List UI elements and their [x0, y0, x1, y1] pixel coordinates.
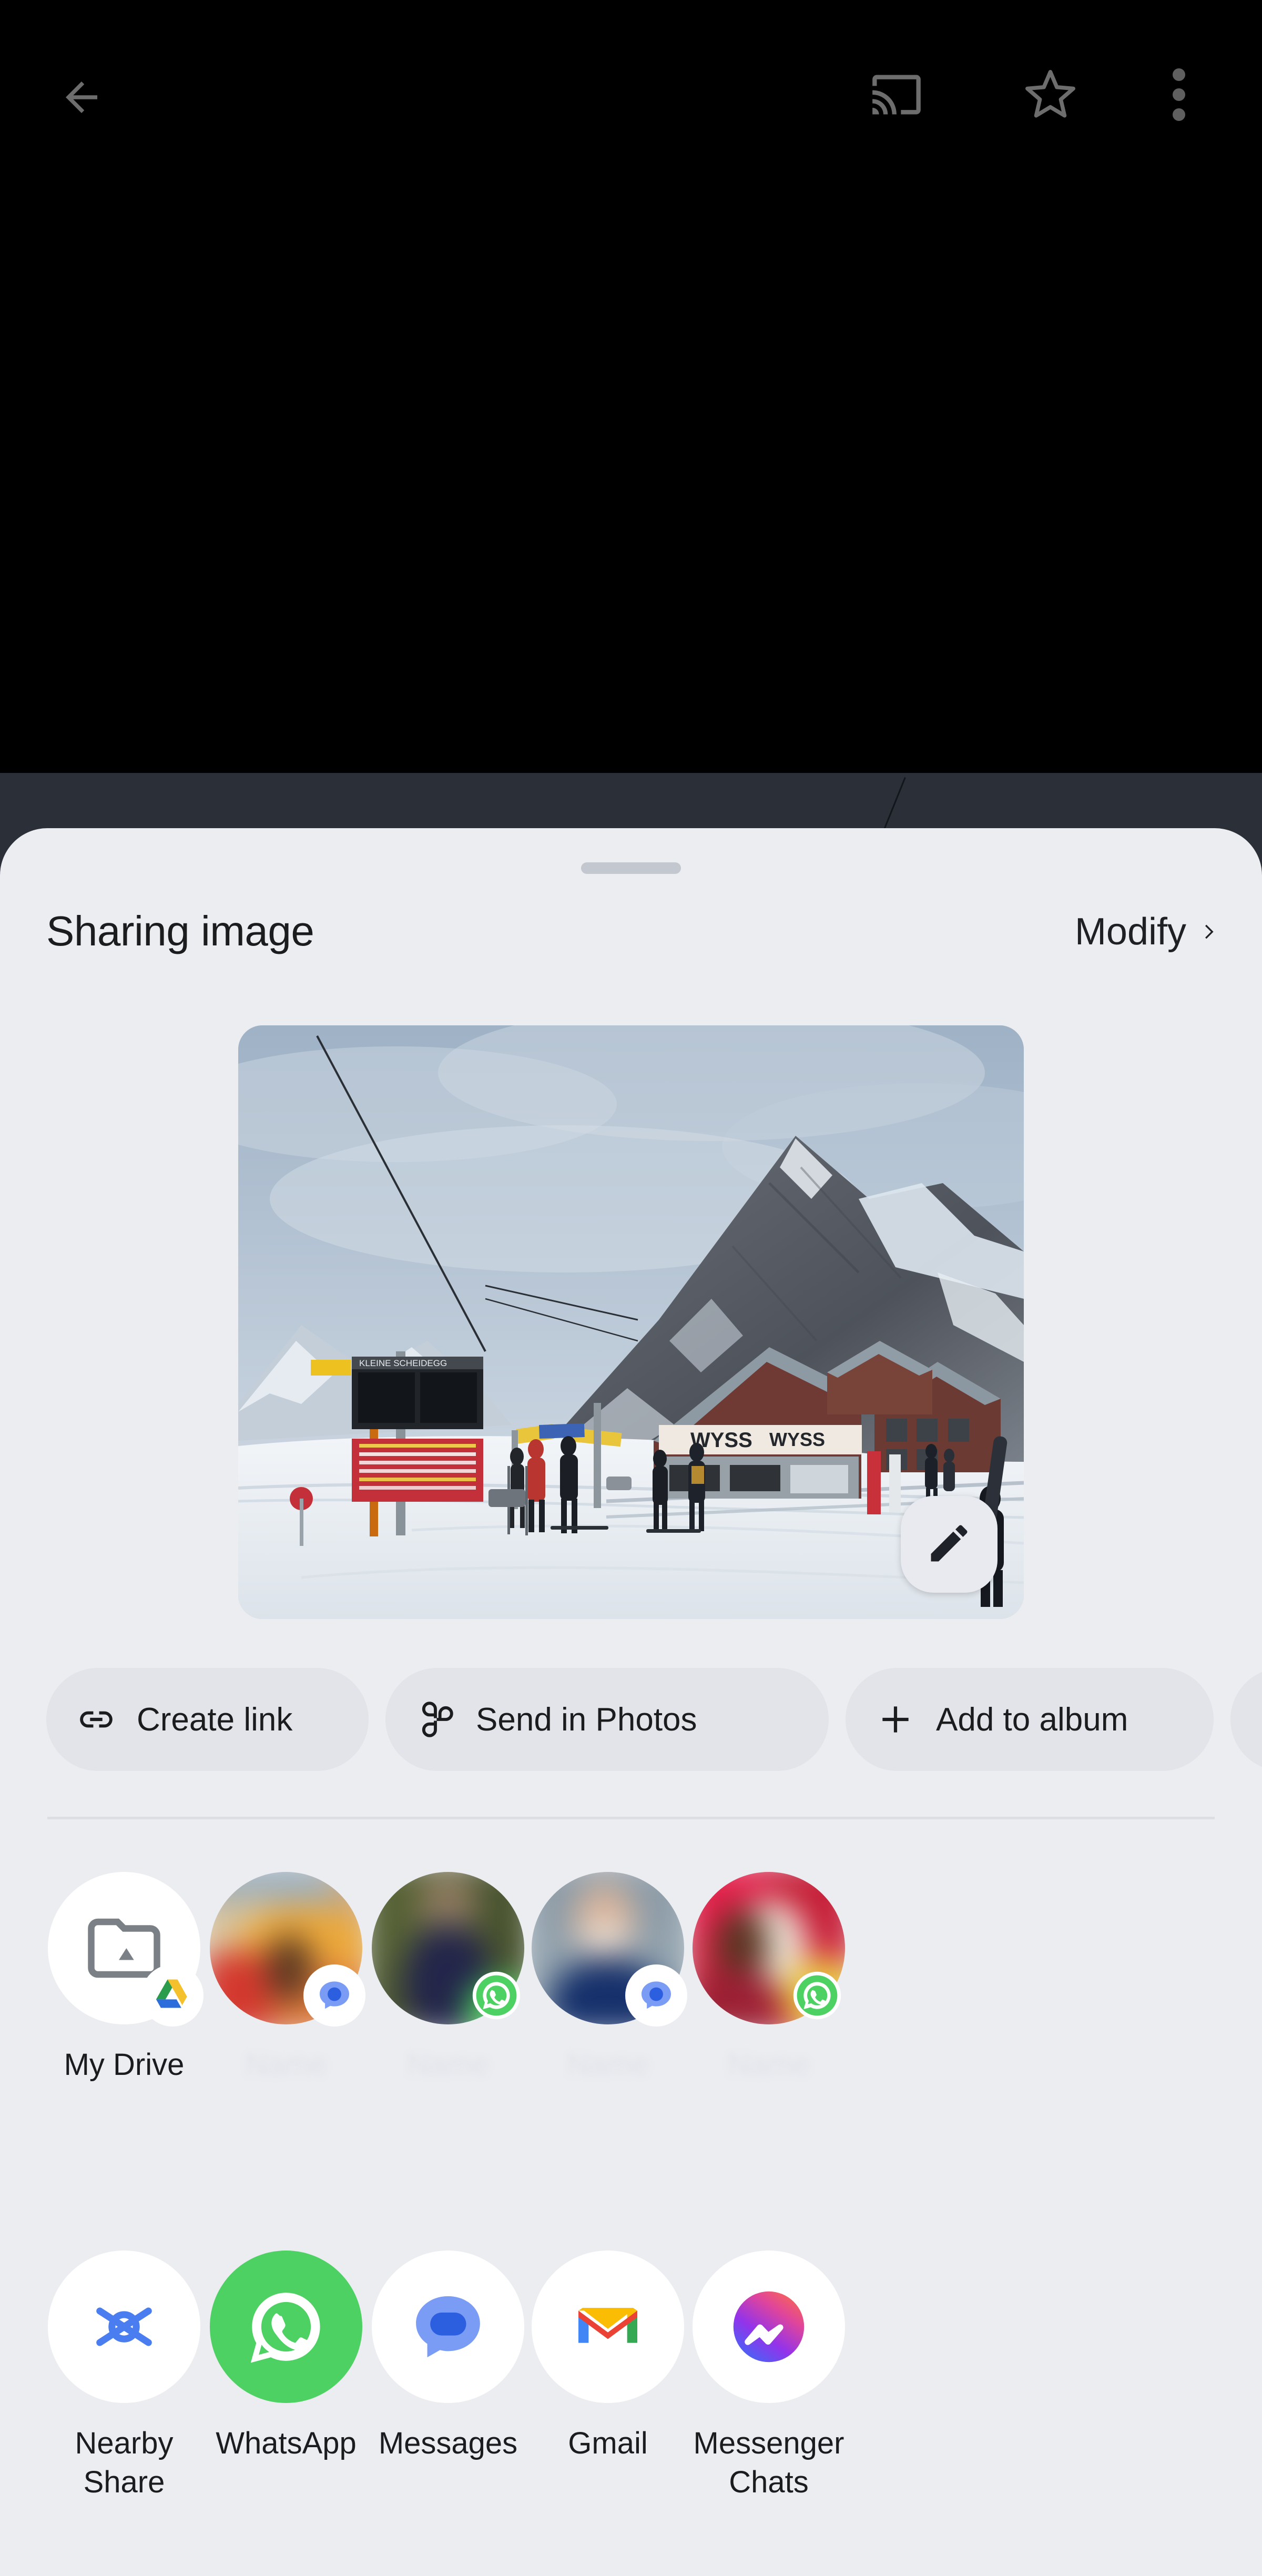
share-target-contact[interactable]: Name: [643, 1872, 895, 2084]
share-target-messenger[interactable]: Messenger Chats: [643, 2251, 895, 2502]
quick-action-chips: Create link Send in Photos Add to album: [0, 1668, 1262, 1771]
overflow-menu-icon[interactable]: [1173, 68, 1185, 121]
messenger-icon: [733, 2291, 805, 2363]
top-app-bar: [0, 0, 1262, 195]
drag-handle[interactable]: [581, 862, 681, 874]
chip-label: Create link: [137, 1701, 293, 1738]
whatsapp-badge: [786, 1964, 848, 2027]
svg-text:KLEINE SCHEIDEGG: KLEINE SCHEIDEGG: [359, 1358, 447, 1368]
gmail-icon: [578, 2308, 637, 2343]
chip-label: Add to album: [936, 1701, 1128, 1738]
plus-icon: [876, 1700, 915, 1739]
pencil-edit-icon: [925, 1519, 973, 1570]
share-target-label: Messenger Chats: [693, 2426, 844, 2500]
photo-viewer-backdrop: [0, 0, 1262, 773]
star-outline-icon[interactable]: [1023, 67, 1078, 123]
whatsapp-icon: [250, 2293, 320, 2363]
share-target-label: Name: [237, 2048, 335, 2082]
chip-photo-book[interactable]: [1230, 1668, 1262, 1771]
share-targets-apps-row: Nearby Share WhatsApp Messages Gmail Mes…: [0, 2251, 1262, 2545]
link-icon: [77, 1700, 116, 1739]
modify-button[interactable]: Modify: [1075, 910, 1220, 953]
modify-label: Modify: [1074, 911, 1186, 953]
back-arrow-icon[interactable]: [58, 74, 105, 121]
sheet-header: Sharing image Modify: [0, 907, 1262, 991]
avatar: [693, 2251, 845, 2403]
svg-text:WYSS: WYSS: [769, 1429, 825, 1450]
chevron-right-icon: [1199, 921, 1220, 942]
share-targets-contacts-row: My Drive Name Name Name Name: [0, 1872, 1262, 2119]
chip-add-to-album[interactable]: Add to album: [846, 1668, 1214, 1771]
avatar: [693, 1872, 845, 2024]
edit-photo-button[interactable]: [901, 1496, 998, 1593]
google-photos-icon: [416, 1700, 455, 1739]
share-target-label: Gmail: [568, 2426, 648, 2460]
screen: Sharing image Modify WYSS WYSS KLEINE SC…: [0, 0, 1262, 2576]
cast-icon[interactable]: [870, 68, 923, 121]
nearby-share-icon: [96, 2307, 152, 2346]
share-target-label: Name: [719, 2048, 818, 2082]
section-divider: [47, 1817, 1215, 1819]
chip-send-in-photos[interactable]: Send in Photos: [385, 1668, 829, 1771]
share-target-label: Nearby Share: [75, 2426, 174, 2500]
chip-create-link[interactable]: Create link: [46, 1668, 369, 1771]
page-title: Sharing image: [46, 908, 314, 954]
messages-icon: [416, 2296, 480, 2358]
chip-label: Send in Photos: [476, 1701, 697, 1738]
